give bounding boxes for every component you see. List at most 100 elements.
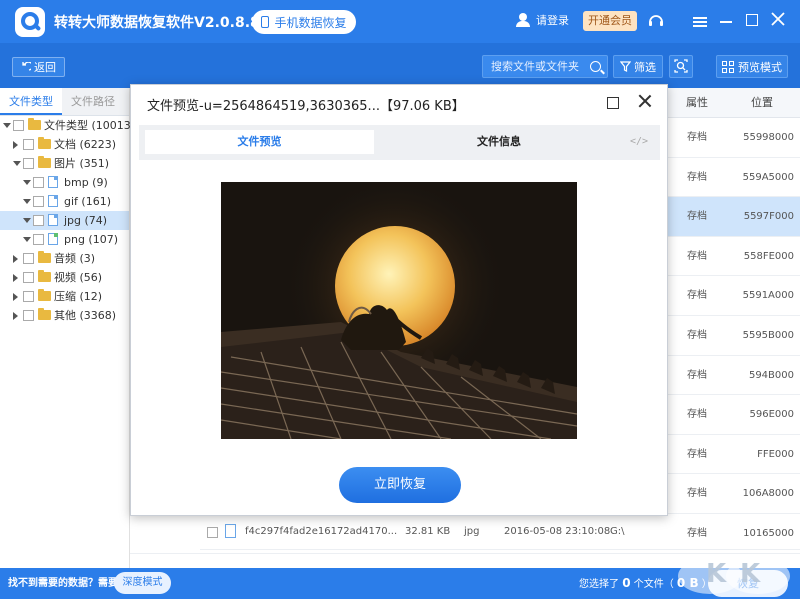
tree-item-label: 视频 (56) [54,271,103,284]
collapse-arrow-icon[interactable] [3,123,11,128]
collapse-arrow-icon[interactable] [23,199,31,204]
column-location[interactable]: 位置 [730,88,794,118]
file-date: 2016-05-08 23:10:08 [504,526,611,537]
preview-mode-button[interactable]: 预览模式 [716,55,788,78]
tree-checkbox[interactable] [33,234,44,245]
tab-file-info[interactable]: 文件信息 [424,130,574,154]
minimize-icon[interactable] [716,11,736,31]
funnel-icon [620,61,631,72]
tree-checkbox[interactable] [23,139,34,150]
tree-checkbox[interactable] [23,310,34,321]
expand-arrow-icon[interactable] [13,255,18,263]
file-location: 558FE000 [743,250,794,262]
phone-icon [261,16,270,28]
tree-checkbox[interactable] [33,177,44,188]
tree-item[interactable]: png (107) [0,230,129,249]
dialog-title: 文件预览-u=2564864519,3630365...【97.06 KB】 [147,99,465,114]
search-input[interactable]: 搜索文件或文件夹 [482,55,608,78]
file-attr: 存档 [687,132,707,143]
row-checkbox[interactable] [207,527,218,538]
left-tabs: 文件类型 文件路径 [0,88,129,116]
tree-item-label: 音频 (3) [54,252,96,265]
tree-checkbox[interactable] [33,196,44,207]
folder-icon [28,118,41,130]
back-arrow-icon [22,62,31,71]
vip-button[interactable]: 开通会员 [583,11,637,31]
tree-checkbox[interactable] [13,120,24,131]
scan-search-button[interactable] [669,55,693,78]
tree-item-label: 文件类型 (10013) [44,119,136,132]
tree-item[interactable]: jpg (74) [0,211,129,230]
filter-button[interactable]: 筛选 [613,55,663,78]
image-file-icon [48,195,58,207]
tab-file-path[interactable]: 文件路径 [62,88,124,115]
expand-arrow-icon[interactable] [13,141,18,149]
expand-arrow-icon[interactable] [13,274,18,282]
file-attr: 存档 [687,409,707,421]
tree-item-label: bmp (9) [64,176,108,189]
expand-arrow-icon[interactable] [13,293,18,301]
tree-checkbox[interactable] [33,215,44,226]
folder-icon [38,308,51,320]
grid-icon [722,60,734,73]
collapse-arrow-icon[interactable] [23,218,31,223]
recover-button[interactable]: 恢复 [708,570,788,597]
selected-size: 0 B [676,576,699,590]
tree-checkbox[interactable] [23,291,34,302]
dialog-maximize-icon[interactable] [607,97,619,109]
deep-mode-button[interactable]: 深度模式 [114,572,171,594]
collapse-arrow-icon[interactable] [23,180,31,185]
table-row[interactable]: f4c297f4fad2e16172ad4170... 32.81 KB jpg… [200,514,800,550]
tree-item[interactable]: 音频 (3) [0,249,129,268]
folder-icon [38,137,51,149]
bottom-hint: 找不到需要的数据？需要 [8,578,118,589]
tree-checkbox[interactable] [23,253,34,264]
restore-now-button[interactable]: 立即恢复 [339,467,461,503]
preview-image [221,182,577,439]
file-attr: 存档 [687,211,707,223]
collapse-arrow-icon[interactable] [13,161,21,166]
headset-icon[interactable] [646,11,666,31]
preview-mode-label: 预览模式 [738,60,782,74]
tree-item[interactable]: 文档 (6223) [0,135,129,154]
toolbar: 返回 搜索文件或文件夹 筛选 预览模式 [0,43,800,88]
maximize-icon[interactable] [742,11,762,31]
file-attr: 存档 [687,369,707,381]
login-link[interactable]: 请登录 [516,12,569,28]
menu-icon[interactable] [690,11,710,31]
tree-item[interactable]: bmp (9) [0,173,129,192]
folder-icon [38,289,51,301]
tree-checkbox[interactable] [23,272,34,283]
dialog-tabs: 文件预览 文件信息 </> [139,125,660,160]
file-location: 5591A000 [742,290,794,302]
file-location: FFE000 [757,448,794,460]
tree-item[interactable]: 文件类型 (10013) [0,116,135,135]
file-type: jpg [464,526,480,537]
tab-file-preview[interactable]: 文件预览 [145,130,374,154]
image-file-icon [48,233,58,245]
tab-file-type[interactable]: 文件类型 [0,88,62,115]
filter-label: 筛选 [634,60,656,74]
tree-item[interactable]: 其他 (3368) [0,306,129,325]
mobile-recovery-button[interactable]: 手机数据恢复 [252,10,356,34]
expand-arrow-icon[interactable] [13,312,18,320]
code-icon[interactable]: </> [629,130,649,154]
title-bar: 转转大师数据恢复软件V2.0.8.8 手机数据恢复 请登录 开通会员 [0,0,800,43]
moon-rooftop-image [221,182,577,439]
tree-item[interactable]: 视频 (56) [0,268,129,287]
column-attr[interactable]: 属性 [675,88,719,118]
tree-item[interactable]: gif (161) [0,192,129,211]
search-icon[interactable] [590,61,601,72]
file-attr: 存档 [687,448,707,460]
close-icon[interactable] [768,11,788,31]
file-attr: 存档 [687,171,707,183]
back-button[interactable]: 返回 [12,57,65,77]
tree-item[interactable]: 压缩 (12) [0,287,129,306]
status-prefix: 您选择了 [579,579,619,590]
dialog-close-icon[interactable] [637,93,653,109]
tree-item-label: jpg (74) [64,214,108,227]
tree-item[interactable]: 图片 (351) [0,154,129,173]
search-placeholder: 搜索文件或文件夹 [491,60,579,73]
tree-checkbox[interactable] [23,158,34,169]
collapse-arrow-icon[interactable] [23,237,31,242]
